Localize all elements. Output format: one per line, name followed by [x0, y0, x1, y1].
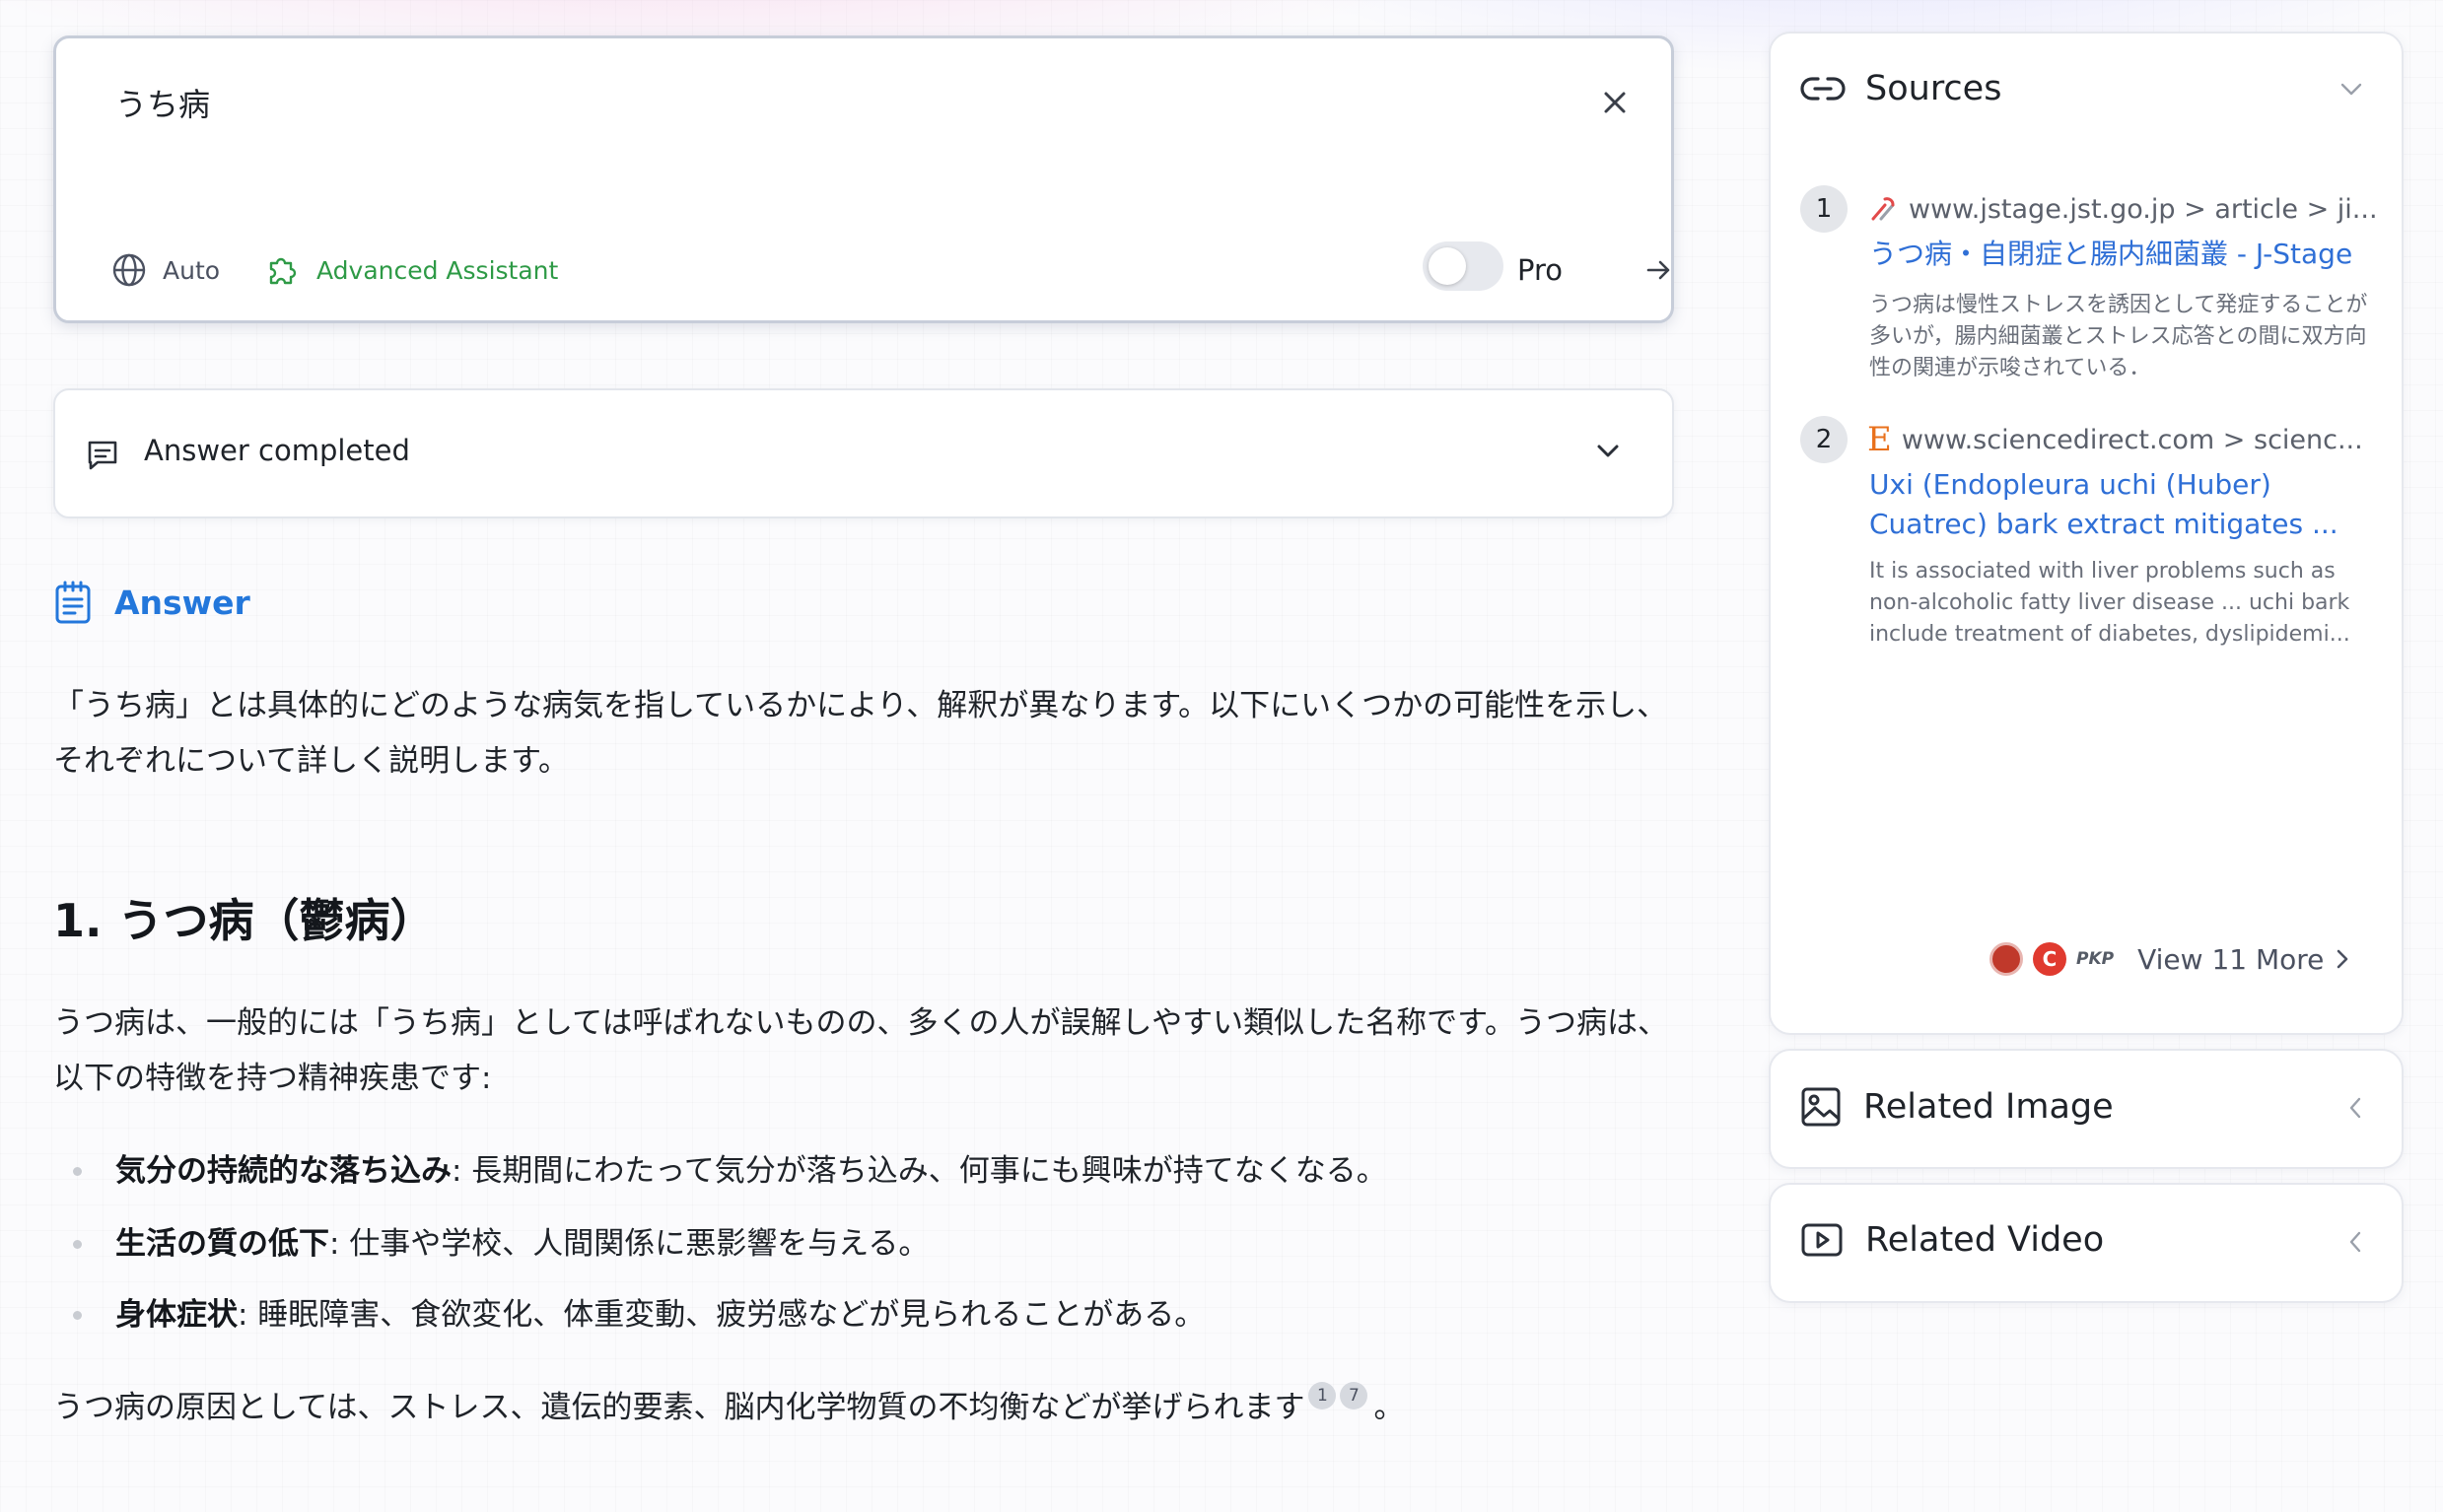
bullet-dot [73, 1166, 82, 1176]
list-item: 気分の持続的な落ち込み : 長期間にわたって気分が落ち込み、何事にも興味が持てな… [73, 1149, 1387, 1193]
chevron-down-icon[interactable] [2338, 79, 2364, 99]
list-item-desc: : 長期間にわたって気分が落ち込み、何事にも興味が持てなくなる。 [452, 1153, 1387, 1189]
answer-intro: 「うち病」とは具体的にどのような病気を指しているかにより、解釈が異なります。以下… [53, 688, 1668, 779]
sources-panel: Sources 1 www.jstage.jst.go.jp > article… [1769, 32, 2404, 1035]
citation-badge[interactable]: 1 [1308, 1382, 1337, 1409]
status-label: Answer completed [144, 434, 410, 467]
globe-icon [112, 253, 146, 287]
related-video-header: Related Video [1800, 1220, 2104, 1260]
related-video-panel[interactable]: Related Video [1769, 1183, 2404, 1303]
search-query-input[interactable]: うち病 [115, 80, 210, 125]
list-item: 身体症状 : 睡眠障害、食欲変化、体重変動、疲労感などが見られることがある。 [73, 1293, 1205, 1337]
related-image-heading: Related Image [1863, 1087, 2114, 1127]
cause-text: うつ病の原因としては、ストレス、遺伝的要素、脳内化学物質の不均衡などが挙げられま… [53, 1390, 1305, 1425]
section-title: 1. うつ病（鬱病） [53, 894, 436, 947]
answer-header: Answer [53, 580, 250, 625]
answer-status-bar[interactable]: Answer completed [53, 388, 1674, 518]
pro-toggle[interactable] [1423, 241, 1503, 291]
seal-favicon-icon [1989, 942, 2023, 976]
arrow-right-icon [1646, 260, 1670, 280]
related-image-header: Related Image [1800, 1086, 2114, 1128]
mode-auto-label: Auto [163, 255, 221, 285]
list-item-desc: : 仕事や学校、人間関係に悪影響を与える。 [329, 1226, 930, 1262]
image-icon [1801, 1087, 1841, 1127]
related-image-panel[interactable]: Related Image [1769, 1049, 2404, 1169]
source-number: 2 [1800, 416, 1848, 463]
source-title-link[interactable]: うつ病・自閉症と腸内細菌叢 - J-Stage [1869, 235, 2382, 274]
source-domain: www.jstage.jst.go.jp > article > ji... [1867, 185, 2378, 233]
mode-auto-button[interactable]: Auto [111, 247, 220, 293]
pro-toggle-knob [1429, 247, 1466, 285]
view-more-sources-button[interactable]: C PKP View 11 More [1989, 942, 2351, 976]
advanced-assistant-button[interactable]: Advanced Assistant [263, 247, 558, 293]
elsevier-favicon-icon: E [1867, 420, 1892, 459]
chevron-left-icon[interactable] [2346, 1094, 2364, 1122]
chevron-down-icon[interactable] [1591, 434, 1625, 467]
clear-search-button[interactable] [1592, 80, 1638, 125]
list-item-term: 生活の質の低下 [115, 1226, 329, 1262]
source-number: 1 [1800, 185, 1848, 233]
submit-button[interactable] [1636, 247, 1681, 293]
cause-end: 。 [1373, 1390, 1405, 1425]
chevron-right-icon [2338, 949, 2348, 969]
list-item-desc: : 睡眠障害、食欲変化、体重変動、疲労感などが見られることがある。 [238, 1297, 1206, 1333]
clipboard-icon [55, 581, 91, 624]
pkp-favicon-icon: PKP [2076, 949, 2115, 969]
section-paragraph: うつ病は、一般的には「うち病」としては呼ばれないものの、多くの人が誤解しやすい類… [53, 1005, 1669, 1096]
source-snippet: うつ病は慢性ストレスを誘因として発症することが多いが，腸内細菌叢とストレス応答と… [1869, 293, 2368, 380]
c-favicon-icon: C [2033, 942, 2066, 976]
bullet-dot [73, 1310, 82, 1320]
chevron-left-icon[interactable] [2346, 1228, 2364, 1256]
list-item-term: 身体症状 [115, 1297, 238, 1333]
source-domain: E www.sciencedirect.com > scienc... [1867, 416, 2363, 463]
video-icon [1801, 1223, 1843, 1257]
source-title-link[interactable]: Uxi (Endopleura uchi (Huber) Cuatrec) ba… [1869, 465, 2382, 544]
citation-badge[interactable]: 7 [1340, 1382, 1368, 1409]
list-item-term: 気分の持続的な落ち込み [115, 1153, 452, 1189]
sources-heading: Sources [1865, 69, 2002, 108]
jstage-favicon-icon [1871, 197, 1895, 221]
cause-paragraph: うつ病の原因としては、ストレス、遺伝的要素、脳内化学物質の不均衡などが挙げられま… [53, 1380, 1404, 1435]
search-box[interactable]: うち病 Auto Advanced Assistant Pro [53, 35, 1674, 323]
bullet-dot [73, 1239, 82, 1249]
source-domain-text: www.sciencedirect.com > scienc... [1901, 424, 2363, 455]
message-icon [85, 438, 120, 473]
view-more-label: View 11 More [2137, 942, 2325, 976]
related-video-heading: Related Video [1865, 1220, 2105, 1260]
puzzle-icon [269, 257, 297, 285]
sources-header: Sources [1800, 69, 2001, 108]
source-snippet: It is associated with liver problems suc… [1869, 559, 2350, 647]
pro-label: Pro [1517, 253, 1564, 287]
advanced-assistant-label: Advanced Assistant [316, 255, 559, 285]
list-item: 生活の質の低下 : 仕事や学校、人間関係に悪影響を与える。 [73, 1222, 929, 1266]
close-icon [1604, 92, 1626, 113]
source-domain-text: www.jstage.jst.go.jp > article > ji... [1909, 193, 2378, 225]
link-icon [1800, 77, 1846, 101]
answer-heading: Answer [114, 583, 250, 622]
